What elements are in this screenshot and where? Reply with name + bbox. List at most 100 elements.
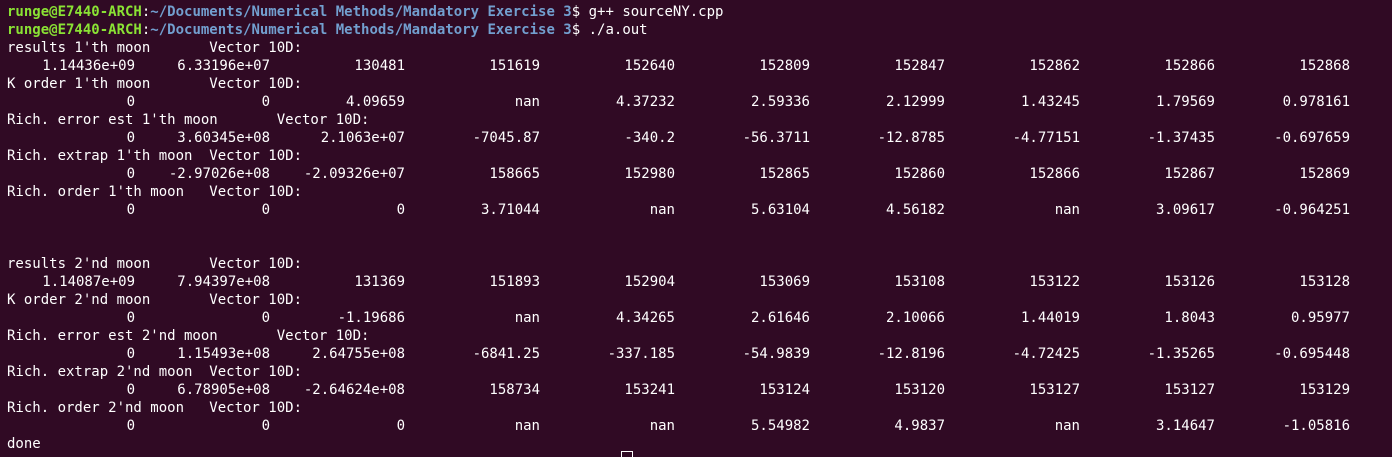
terminal-window[interactable]: runge@E7440-ARCH:~/Documents/Numerical M… <box>0 0 1392 453</box>
vector-header: Rich. error est 2'nd moon Vector 10D: <box>7 328 370 344</box>
program-output: results 1'th moon Vector 10D: 1.14436e+09… <box>7 39 1392 435</box>
vector-value: 151619 <box>489 58 540 74</box>
vector-value: 1.79569 <box>1155 94 1215 110</box>
vector-header: results 2'nd moon Vector 10D: <box>7 256 303 272</box>
vector-value: 3.09617 <box>1155 202 1215 218</box>
vector-value: 0 <box>126 382 135 398</box>
command-text: g++ sourceNY.cpp <box>588 4 724 20</box>
vector-value: 152866 <box>1029 166 1080 182</box>
vector-values-row: 0 -2.97026e+08 -2.09326e+07 158665 152980 152… <box>7 165 1392 183</box>
vector-value: 0 <box>261 202 270 218</box>
vector-header: Rich. extrap 2'nd moon Vector 10D: <box>7 364 303 380</box>
vector-value: 153127 <box>1029 382 1080 398</box>
prompt-user: runge@E7440-ARCH <box>7 22 142 38</box>
vector-value: 152868 <box>1299 58 1350 74</box>
vector-value: 153069 <box>759 274 810 290</box>
vector-value: 152860 <box>894 166 945 182</box>
vector-value: 158734 <box>489 382 540 398</box>
prompt-symbol: $ <box>571 4 581 20</box>
vector-value: 2.59336 <box>750 94 810 110</box>
vector-value: 0 <box>261 418 270 434</box>
vector-value: -12.8785 <box>877 130 945 146</box>
vector-value: 7.94397e+08 <box>177 274 270 290</box>
vector-value: -7045.87 <box>472 130 540 146</box>
vector-value: -1.05816 <box>1282 418 1350 434</box>
output-footer: done <box>7 436 41 452</box>
vector-value: nan <box>649 202 675 218</box>
vector-value: 0 <box>126 418 135 434</box>
vector-value: -4.72425 <box>1012 346 1080 362</box>
vector-value: 152867 <box>1164 166 1215 182</box>
prompt-line: runge@E7440-ARCH:~/Documents/Numerical M… <box>7 4 724 20</box>
vector-value: 0 <box>396 202 405 218</box>
vector-value: -2.09326e+07 <box>303 166 405 182</box>
vector-value: 0 <box>126 202 135 218</box>
vector-value: nan <box>1054 418 1080 434</box>
vector-value: 0 <box>126 346 135 362</box>
vector-value: -1.35265 <box>1147 346 1215 362</box>
vector-value: 4.34265 <box>615 310 675 326</box>
vector-value: 158665 <box>489 166 540 182</box>
vector-value: -337.185 <box>607 346 675 362</box>
vector-header: K order 2'nd moon Vector 10D: <box>7 292 303 308</box>
vector-value: 0 <box>126 310 135 326</box>
vector-header: Rich. extrap 1'th moon Vector 10D: <box>7 148 303 164</box>
prompt-user: runge@E7440-ARCH <box>7 4 142 20</box>
vector-value: 6.33196e+07 <box>177 58 270 74</box>
vector-value: 2.61646 <box>750 310 810 326</box>
vector-value: 2.10066 <box>885 310 945 326</box>
vector-value: -4.77151 <box>1012 130 1080 146</box>
vector-value: 152865 <box>759 166 810 182</box>
vector-value: 152904 <box>624 274 675 290</box>
prompt-symbol: $ <box>571 22 581 38</box>
vector-value: 153124 <box>759 382 810 398</box>
vector-value: 152640 <box>624 58 675 74</box>
vector-value: 152809 <box>759 58 810 74</box>
vector-value: -2.97026e+08 <box>168 166 270 182</box>
vector-value: -1.37435 <box>1147 130 1215 146</box>
vector-value: 151893 <box>489 274 540 290</box>
vector-value: 130481 <box>354 58 405 74</box>
vector-value: nan <box>649 418 675 434</box>
vector-value: -0.695448 <box>1274 346 1350 362</box>
vector-value: -2.64624e+08 <box>303 382 405 398</box>
vector-value: 6.78905e+08 <box>177 382 270 398</box>
vector-header: Rich. error est 1'th moon Vector 10D: <box>7 112 370 128</box>
prompt-path: ~/Documents/Numerical Methods/Mandatory … <box>150 4 572 20</box>
vector-value: 153129 <box>1299 382 1350 398</box>
vector-values-row: 0 6.78905e+08 -2.64624e+08 158734 153241 1531… <box>7 381 1392 399</box>
vector-value: 0.978161 <box>1282 94 1350 110</box>
vector-value: 152980 <box>624 166 675 182</box>
vector-value: 1.43245 <box>1020 94 1080 110</box>
vector-value: -340.2 <box>624 130 675 146</box>
vector-values-row: 0 0 -1.19686 nan 4.34265 2.61646 2.10066 1.4401… <box>7 309 1392 327</box>
vector-value: 0 <box>261 94 270 110</box>
vector-value: 0 <box>126 166 135 182</box>
vector-value: nan <box>514 310 540 326</box>
prompt-line: runge@E7440-ARCH:~/Documents/Numerical M… <box>7 22 648 38</box>
prompt-path: ~/Documents/Numerical Methods/Mandatory … <box>150 22 572 38</box>
vector-value: nan <box>1054 202 1080 218</box>
vector-value: 0 <box>261 310 270 326</box>
vector-value: 153122 <box>1029 274 1080 290</box>
vector-value: 1.14436e+09 <box>42 58 135 74</box>
vector-value: 131369 <box>354 274 405 290</box>
vector-value: 3.14647 <box>1155 418 1215 434</box>
vector-value: 152869 <box>1299 166 1350 182</box>
vector-value: 4.56182 <box>885 202 945 218</box>
vector-value: 4.37232 <box>615 94 675 110</box>
vector-value: -54.9839 <box>742 346 810 362</box>
vector-value: nan <box>514 94 540 110</box>
vector-header: Rich. order 2'nd moon Vector 10D: <box>7 400 303 416</box>
vector-value: 3.71044 <box>480 202 540 218</box>
vector-values-row: 0 3.60345e+08 2.1063e+07 -7045.87 -340.2 -56.… <box>7 129 1392 147</box>
vector-header: K order 1'th moon Vector 10D: <box>7 76 303 92</box>
vector-header: Rich. order 1'th moon Vector 10D: <box>7 184 303 200</box>
vector-value: 153126 <box>1164 274 1215 290</box>
vector-values-row: 0 0 0 3.71044 nan 5.63104 4.56182 nan 3.09617 -0.… <box>7 201 1392 219</box>
vector-value: 152862 <box>1029 58 1080 74</box>
vector-values-row: 0 0 4.09659 nan 4.37232 2.59336 2.12999 1.43245… <box>7 93 1392 111</box>
vector-values-row: 1.14436e+09 6.33196e+07 130481 151619 152640… <box>7 57 1392 75</box>
vector-value: 0 <box>396 418 405 434</box>
